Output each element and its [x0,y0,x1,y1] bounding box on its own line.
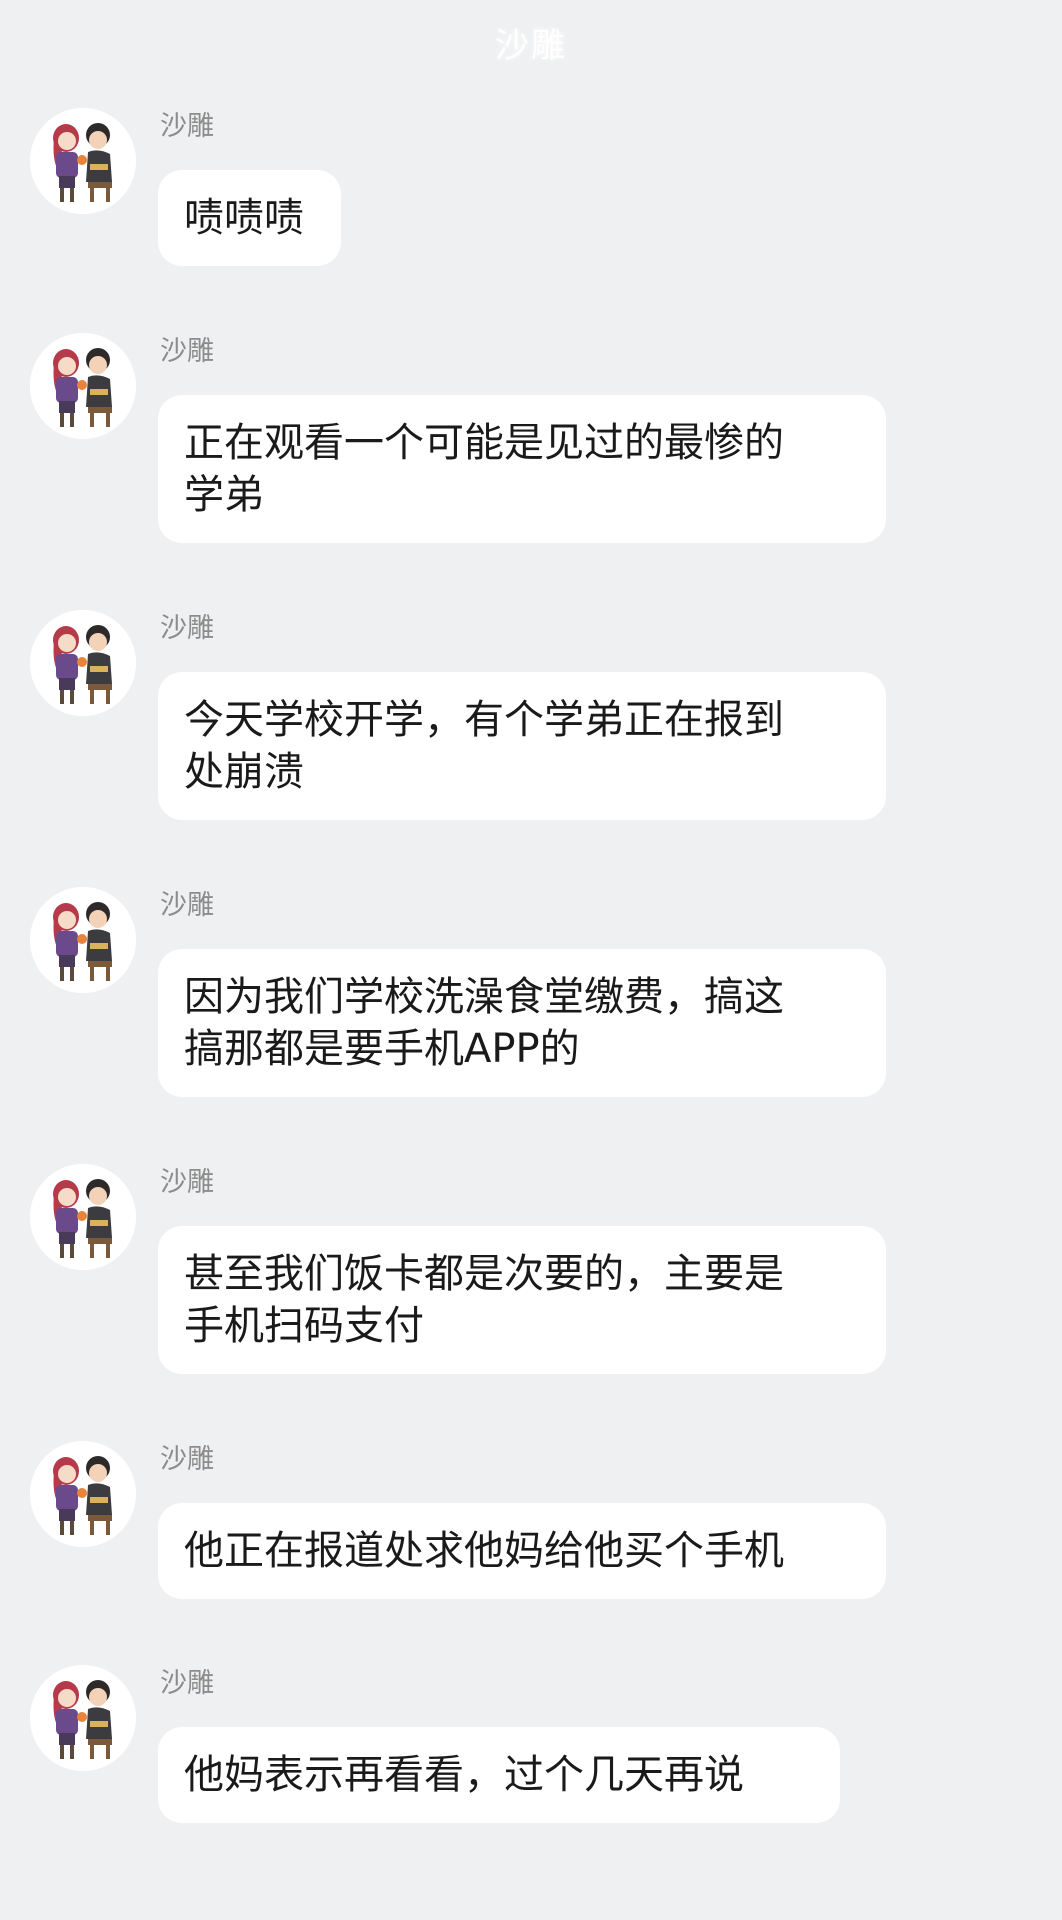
sender-name: 沙雕 [160,1444,214,1475]
message-bubble[interactable]: 因为我们学校洗澡食堂缴费，搞这 搞那都是要手机APP的 [158,949,886,1097]
message-text: 他正在报道处求他妈给他买个手机 [184,1528,784,1574]
sender-name: 沙雕 [160,336,214,367]
anime-couple-avatar-icon[interactable] [30,1665,136,1771]
message-text: 搞那都是要手机APP的 [184,1026,580,1072]
sender-name: 沙雕 [160,1167,214,1198]
message-bubble[interactable]: 正在观看一个可能是见过的最惨的 学弟 [158,395,886,543]
message-bubble[interactable]: 他正在报道处求他妈给他买个手机 [158,1503,886,1599]
chat-title: 沙雕 [495,26,567,66]
message-bubble[interactable]: 啧啧啧 [158,170,341,266]
anime-couple-avatar-icon[interactable] [30,1441,136,1547]
message-text: 手机扫码支付 [184,1303,424,1349]
message-text: 今天学校开学，有个学弟正在报到 [184,697,784,743]
sender-name: 沙雕 [160,111,214,142]
message-bubble[interactable]: 甚至我们饭卡都是次要的，主要是 手机扫码支付 [158,1226,886,1374]
sender-name: 沙雕 [160,890,214,921]
message-text: 处崩溃 [184,749,304,795]
anime-couple-avatar-icon[interactable] [30,610,136,716]
message-text: 学弟 [184,472,264,518]
sender-name: 沙雕 [160,1668,214,1699]
sender-name: 沙雕 [160,613,214,644]
anime-couple-avatar-icon[interactable] [30,333,136,439]
message-text: 啧啧啧 [184,195,304,241]
message-bubble[interactable]: 今天学校开学，有个学弟正在报到 处崩溃 [158,672,886,820]
anime-couple-avatar-icon[interactable] [30,1164,136,1270]
message-text: 正在观看一个可能是见过的最惨的 [184,420,784,466]
chat-screen: 沙雕 沙雕 啧啧啧 沙雕 正在观看一个可能是见过的最惨的 学弟 沙雕 今天学校开… [0,0,1062,1920]
message-text: 甚至我们饭卡都是次要的，主要是 [184,1251,784,1297]
anime-couple-avatar-icon[interactable] [30,887,136,993]
anime-couple-avatar-icon[interactable] [30,108,136,214]
message-bubble[interactable]: 他妈表示再看看，过个几天再说 [158,1727,840,1823]
message-text: 他妈表示再看看，过个几天再说 [184,1752,744,1798]
message-text: 因为我们学校洗澡食堂缴费，搞这 [184,974,784,1020]
